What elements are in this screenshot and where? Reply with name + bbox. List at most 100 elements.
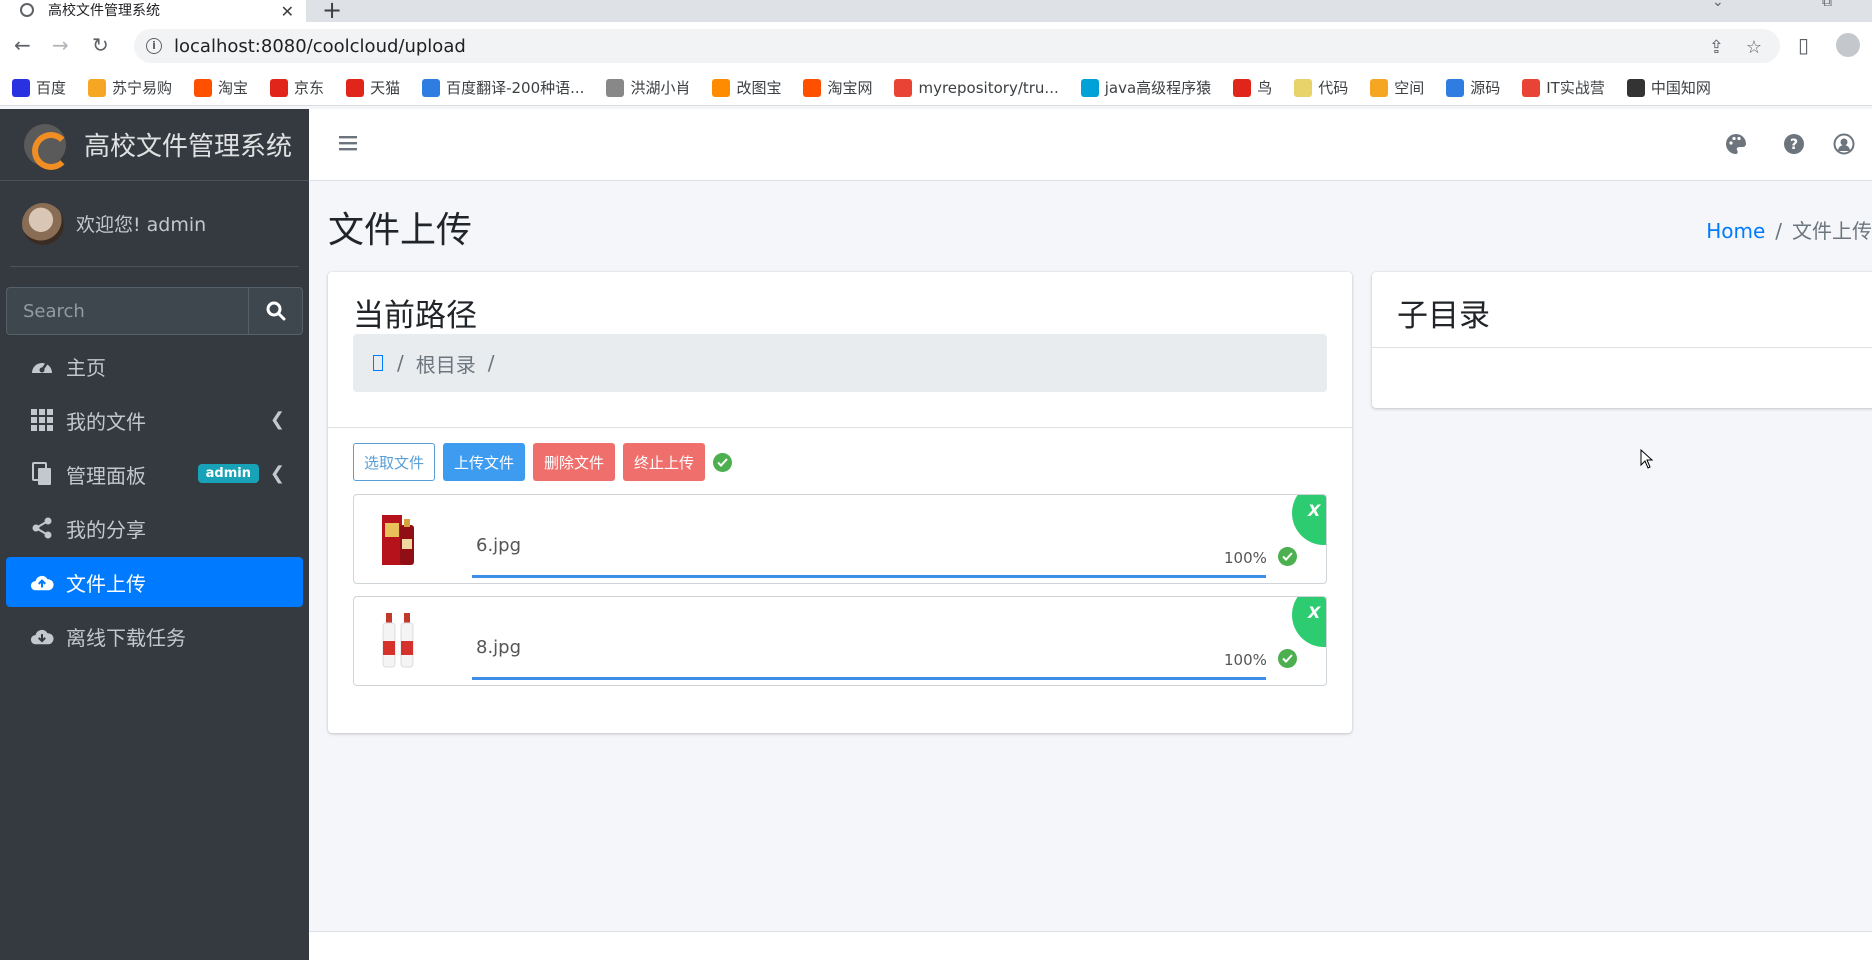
bookmark-favicon-icon: [1626, 78, 1645, 97]
side-panel-icon[interactable]: ▯: [1798, 34, 1809, 56]
user-circle-icon[interactable]: [1833, 133, 1857, 157]
sidebar-item-my-files[interactable]: 我的文件 ❮: [6, 395, 303, 445]
search-button[interactable]: [248, 288, 302, 334]
delete-file-button[interactable]: 删除文件: [533, 443, 616, 481]
info-icon[interactable]: i: [146, 38, 162, 54]
menu-icon[interactable]: [339, 135, 357, 155]
mouse-cursor-icon: [1640, 448, 1654, 473]
sidebar-item-label: 我的文件: [66, 409, 146, 434]
content: 文件上传 Home / 文件上传 当前路径 / 根目录 / 选取文件 上传文件 删除…: [309, 181, 1872, 960]
bookmark-favicon-icon: [712, 78, 731, 97]
bookmark-item[interactable]: 改图宝: [712, 77, 781, 98]
bookmark-label: 天猫: [370, 79, 401, 97]
bookmark-item[interactable]: 天猫: [346, 77, 400, 98]
url-input[interactable]: i localhost:8080/coolcloud/upload ⇪ ☆: [134, 29, 1780, 63]
sidebar-item-label: 离线下载任务: [66, 625, 186, 650]
bookmark-item[interactable]: 淘宝网: [803, 77, 872, 98]
breadcrumb: Home / 文件上传: [1706, 215, 1872, 244]
bookmark-item[interactable]: 鸟: [1233, 77, 1272, 98]
brand[interactable]: 高校文件管理系统: [0, 109, 309, 181]
palette-icon[interactable]: [1725, 133, 1749, 157]
bookmark-item[interactable]: 淘宝: [194, 77, 248, 98]
upload-file-button[interactable]: 上传文件: [443, 443, 526, 481]
user-panel[interactable]: 欢迎您! admin: [10, 181, 299, 267]
chevron-left-icon: ❮: [269, 463, 285, 484]
bookmark-item[interactable]: 苏宁易购: [88, 77, 172, 98]
remove-file-button[interactable]: X: [1292, 597, 1326, 647]
check-circle-icon: [713, 452, 733, 472]
grid-icon: [30, 408, 54, 432]
bookmark-favicon-icon: [194, 78, 213, 97]
subdirectory-card: 子目录: [1372, 272, 1872, 408]
back-icon[interactable]: ←: [14, 34, 31, 56]
tab-title: 高校文件管理系统: [48, 3, 160, 19]
bookmark-item[interactable]: 洪湖小肖: [606, 77, 690, 98]
bookmark-label: 苏宁易购: [112, 79, 173, 97]
forward-icon[interactable]: →: [52, 34, 69, 56]
sidebar-item-offline-download[interactable]: 离线下载任务: [6, 611, 303, 661]
divider: [328, 427, 1352, 428]
bookmark-favicon-icon: [606, 78, 625, 97]
path-root-link[interactable]: 根目录: [416, 349, 476, 378]
bookmark-item[interactable]: myrepository/tru...: [894, 78, 1059, 97]
reload-icon[interactable]: ↻: [92, 34, 109, 56]
close-icon[interactable]: ✕: [281, 2, 294, 21]
bookmark-item[interactable]: 源码: [1446, 77, 1500, 98]
bookmark-label: 鸟: [1257, 79, 1273, 97]
bookmark-item[interactable]: 京东: [270, 77, 324, 98]
sidebar-item-my-share[interactable]: 我的分享: [6, 503, 303, 553]
home-icon[interactable]: [373, 355, 383, 371]
bookmark-label: 改图宝: [736, 79, 782, 97]
path-breadcrumb: / 根目录 /: [353, 334, 1327, 392]
restore-icon[interactable]: ⧉: [1822, 0, 1832, 10]
page-title: 文件上传: [328, 210, 473, 251]
bookmark-item[interactable]: 百度: [12, 77, 66, 98]
bookmark-item[interactable]: 中国知网: [1626, 77, 1711, 98]
breadcrumb-separator: /: [1775, 219, 1782, 243]
progress-fill: [472, 677, 1266, 680]
breadcrumb-home-link[interactable]: Home: [1706, 219, 1765, 243]
bookmark-item[interactable]: 百度翻译-200种语...: [422, 77, 584, 98]
brand-text: 高校文件管理系统: [84, 132, 293, 162]
upload-card-title: 当前路径: [353, 298, 477, 334]
select-file-button[interactable]: 选取文件: [353, 443, 436, 481]
remove-file-button[interactable]: X: [1292, 495, 1326, 545]
bookmark-label: 京东: [294, 79, 325, 97]
address-bar-row: ← → ↻ i localhost:8080/coolcloud/upload …: [0, 22, 1872, 70]
bookmark-favicon-icon: [1370, 78, 1389, 97]
bookmark-item[interactable]: 空间: [1370, 77, 1424, 98]
sidebar-item-home[interactable]: 主页: [6, 341, 303, 391]
bookmark-favicon-icon: [803, 78, 822, 97]
sidebar-item-admin-panel[interactable]: 管理面板 admin ❮: [6, 449, 303, 499]
share-page-icon[interactable]: ⇪: [1709, 37, 1724, 58]
bookmark-item[interactable]: java高级程序猿: [1080, 77, 1212, 98]
sidebar-search: [6, 287, 303, 335]
bookmark-favicon-icon: [88, 78, 107, 97]
chevron-left-icon: ❮: [269, 409, 285, 430]
file-name: 6.jpg: [476, 535, 522, 556]
bookmark-label: 淘宝网: [827, 79, 873, 97]
chevron-down-icon[interactable]: ⌄: [1712, 0, 1724, 10]
stop-upload-button[interactable]: 终止上传: [623, 443, 706, 481]
bookmark-label: 代码: [1318, 79, 1349, 97]
bookmark-label: 空间: [1394, 79, 1425, 97]
progress-fill: [472, 575, 1266, 578]
profile-icon[interactable]: [1836, 33, 1860, 57]
new-tab-icon[interactable]: +: [322, 0, 342, 24]
bookmark-item[interactable]: 代码: [1294, 77, 1348, 98]
bookmark-label: java高级程序猿: [1104, 79, 1212, 97]
help-icon[interactable]: ?: [1783, 133, 1807, 157]
globe-icon: [20, 3, 34, 17]
breadcrumb-current: 文件上传: [1792, 219, 1872, 243]
bookmark-favicon-icon: [1294, 78, 1313, 97]
bookmark-label: 洪湖小肖: [630, 79, 691, 97]
star-icon[interactable]: ☆: [1746, 37, 1762, 58]
user-name: 欢迎您! admin: [76, 214, 207, 236]
sidebar-item-label: 主页: [66, 355, 106, 380]
browser-tab[interactable]: 高校文件管理系统 ✕: [0, 0, 306, 22]
footer: [309, 931, 1872, 960]
bookmark-item[interactable]: IT实战营: [1522, 77, 1605, 98]
bookmark-favicon-icon: [894, 78, 913, 97]
sidebar-item-file-upload[interactable]: 文件上传: [6, 557, 303, 607]
search-input[interactable]: [7, 288, 248, 334]
